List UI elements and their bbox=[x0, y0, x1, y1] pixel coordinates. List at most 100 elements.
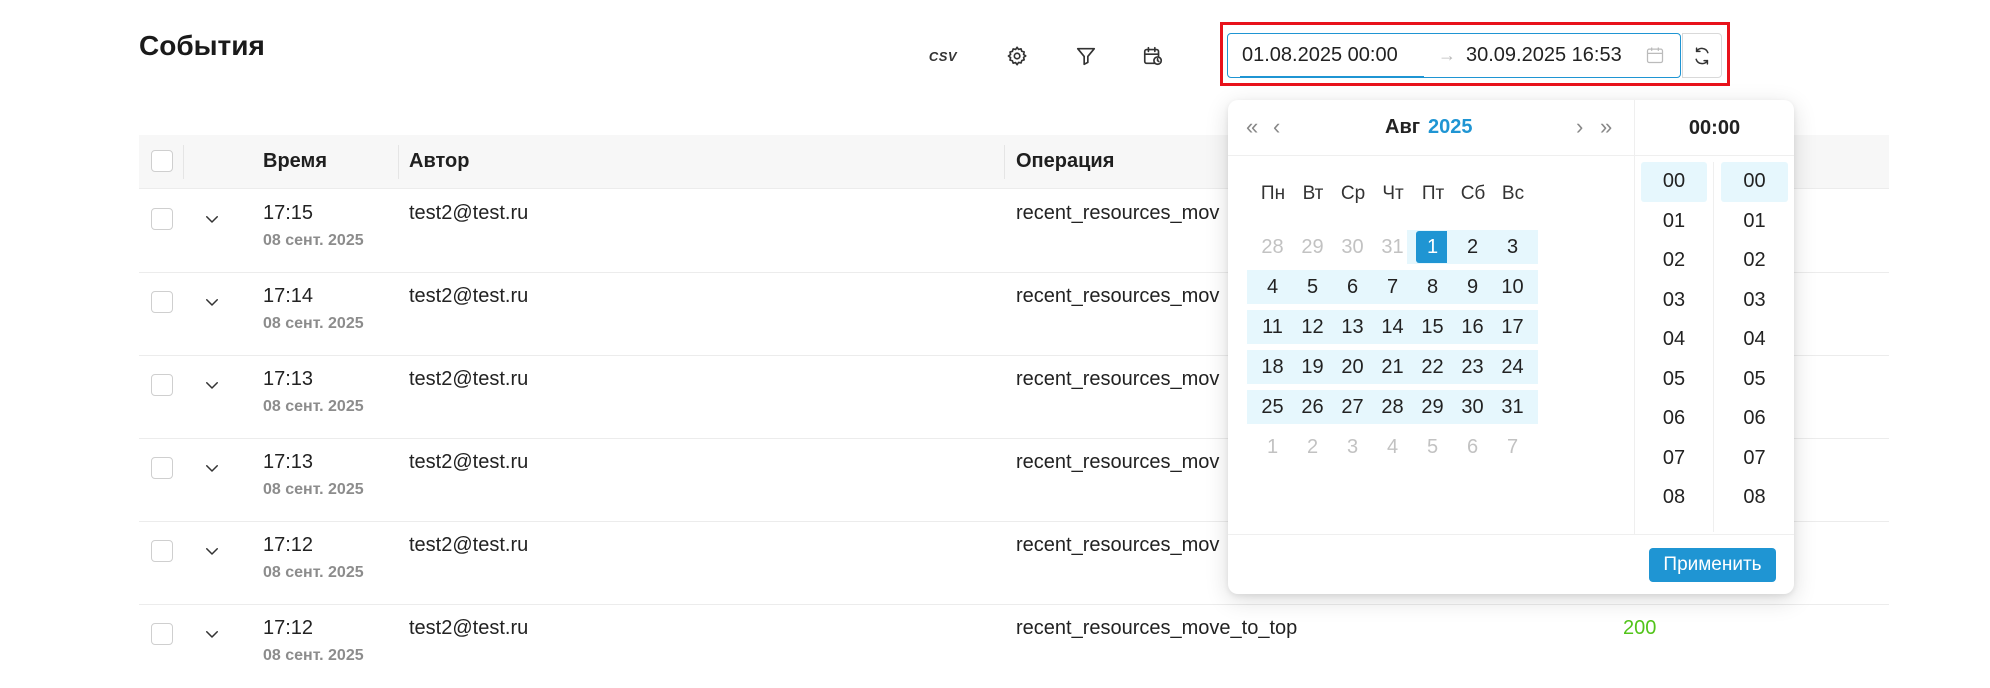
calendar-clock-button[interactable] bbox=[1135, 38, 1171, 74]
chevron-down-icon bbox=[206, 216, 218, 223]
month-label[interactable]: Авг bbox=[1385, 116, 1420, 139]
event-status: 200 bbox=[1623, 617, 1657, 639]
minute-option[interactable]: 02 bbox=[1721, 241, 1788, 281]
minute-option[interactable]: 07 bbox=[1721, 439, 1788, 479]
hour-option[interactable]: 03 bbox=[1641, 281, 1707, 321]
event-author: test2@test.ru bbox=[409, 285, 529, 307]
calendar-day[interactable]: 17 bbox=[1487, 310, 1538, 344]
column-header-operation[interactable]: Операция bbox=[1016, 150, 1114, 173]
event-time: 17:15 bbox=[263, 202, 314, 224]
minute-option[interactable]: 01 bbox=[1721, 202, 1788, 242]
hour-option[interactable]: 05 bbox=[1641, 360, 1707, 400]
hour-option[interactable]: 02 bbox=[1641, 241, 1707, 281]
refresh-icon bbox=[1695, 46, 1709, 65]
minute-option[interactable]: 03 bbox=[1721, 281, 1788, 321]
event-time: 17:12 bbox=[263, 534, 314, 556]
event-date: 08 сент. 2025 bbox=[263, 647, 364, 664]
select-all-checkbox[interactable] bbox=[151, 150, 173, 172]
filter-icon bbox=[1076, 47, 1096, 66]
calendar-day[interactable]: 31 bbox=[1487, 390, 1538, 424]
event-author: test2@test.ru bbox=[409, 451, 529, 473]
row-checkbox[interactable] bbox=[151, 208, 173, 230]
calendar-day[interactable]: 3 bbox=[1487, 230, 1538, 264]
prev-month-button[interactable]: ‹ bbox=[1273, 114, 1280, 140]
event-time: 17:13 bbox=[263, 451, 314, 473]
hour-option[interactable]: 00 bbox=[1641, 162, 1707, 202]
event-date: 08 сент. 2025 bbox=[263, 315, 364, 332]
calendar-day[interactable]: 7 bbox=[1487, 430, 1538, 464]
minute-option[interactable]: 05 bbox=[1721, 360, 1788, 400]
prev-year-button[interactable]: « bbox=[1246, 114, 1258, 140]
expand-row-button[interactable] bbox=[203, 625, 223, 645]
event-date: 08 сент. 2025 bbox=[263, 232, 364, 249]
hour-option[interactable]: 07 bbox=[1641, 439, 1707, 479]
calendar-day[interactable]: 10 bbox=[1487, 270, 1538, 304]
expand-row-button[interactable] bbox=[203, 459, 223, 479]
minute-option[interactable]: 04 bbox=[1721, 320, 1788, 360]
csv-export-button[interactable]: CSV bbox=[925, 38, 961, 74]
chevron-down-icon bbox=[206, 465, 218, 472]
next-month-button[interactable]: › bbox=[1576, 114, 1583, 140]
hour-option[interactable]: 08 bbox=[1641, 478, 1707, 518]
date-range-picker-popup: « ‹ Авг 2025 › » Пн Вт Ср Чт Пт Сб Вс 28 29 30 31… bbox=[1228, 100, 1794, 594]
table-row[interactable]: 17:12 08 сент. 2025 test2@test.ru recent… bbox=[139, 605, 1889, 688]
event-author: test2@test.ru bbox=[409, 202, 529, 224]
minutes-column[interactable]: 00 01 02 03 04 05 06 07 08 bbox=[1715, 162, 1794, 532]
event-time: 17:13 bbox=[263, 368, 314, 390]
column-header-time[interactable]: Время bbox=[263, 150, 327, 173]
event-author: test2@test.ru bbox=[409, 534, 529, 556]
expand-row-button[interactable] bbox=[203, 210, 223, 230]
event-operation: recent_resources_mov bbox=[1016, 202, 1220, 224]
event-date: 08 сент. 2025 bbox=[263, 564, 364, 581]
hour-option[interactable]: 04 bbox=[1641, 320, 1707, 360]
refresh-button[interactable] bbox=[1682, 33, 1722, 78]
row-checkbox[interactable] bbox=[151, 291, 173, 313]
hours-column[interactable]: 00 01 02 03 04 05 06 07 08 bbox=[1635, 162, 1714, 532]
row-checkbox[interactable] bbox=[151, 457, 173, 479]
event-time: 17:12 bbox=[263, 617, 314, 639]
range-separator-arrow: → bbox=[1438, 45, 1456, 65]
next-year-button[interactable]: » bbox=[1600, 114, 1612, 140]
weekday-label: Вс bbox=[1501, 183, 1525, 204]
settings-icon bbox=[1007, 46, 1027, 66]
year-label[interactable]: 2025 bbox=[1428, 116, 1473, 139]
expand-row-button[interactable] bbox=[203, 293, 223, 313]
event-date: 08 сент. 2025 bbox=[263, 398, 364, 415]
event-time: 17:14 bbox=[263, 285, 314, 307]
range-end-input[interactable]: 30.09.2025 16:53 bbox=[1466, 44, 1641, 67]
expand-row-button[interactable] bbox=[203, 542, 223, 562]
calendar-clock-icon bbox=[1143, 46, 1163, 66]
settings-button[interactable] bbox=[1000, 38, 1036, 74]
time-panel: 00:00 00 01 02 03 04 05 06 07 08 00 01 02 03 04 05 06 0… bbox=[1634, 100, 1794, 534]
column-divider bbox=[1004, 145, 1005, 179]
chevron-down-icon bbox=[206, 631, 218, 638]
row-checkbox[interactable] bbox=[151, 623, 173, 645]
row-checkbox[interactable] bbox=[151, 540, 173, 562]
event-date: 08 сент. 2025 bbox=[263, 481, 364, 498]
hour-option[interactable]: 06 bbox=[1641, 399, 1707, 439]
picker-footer-divider bbox=[1228, 534, 1794, 535]
range-start-input[interactable]: 01.08.2025 00:00 bbox=[1228, 34, 1428, 78]
date-range-input[interactable]: 01.08.2025 00:00 → 30.09.2025 16:53 bbox=[1227, 33, 1681, 78]
minute-option[interactable]: 08 bbox=[1721, 478, 1788, 518]
chevron-down-icon bbox=[206, 299, 218, 306]
calendar-icon bbox=[1645, 45, 1667, 67]
filter-button[interactable] bbox=[1068, 38, 1104, 74]
apply-button[interactable]: Применить bbox=[1649, 548, 1776, 582]
row-checkbox[interactable] bbox=[151, 374, 173, 396]
expand-row-button[interactable] bbox=[203, 376, 223, 396]
minute-option[interactable]: 06 bbox=[1721, 399, 1788, 439]
column-header-author[interactable]: Автор bbox=[409, 150, 469, 173]
calendar-day[interactable]: 24 bbox=[1487, 350, 1538, 384]
event-author: test2@test.ru bbox=[409, 368, 529, 390]
event-operation: recent_resources_mov bbox=[1016, 285, 1220, 307]
event-operation: recent_resources_mov bbox=[1016, 451, 1220, 473]
calendar-header: « ‹ Авг 2025 › » bbox=[1228, 100, 1634, 156]
chevron-down-icon bbox=[206, 548, 218, 555]
selected-time-label: 00:00 bbox=[1635, 100, 1794, 156]
event-operation: recent_resources_mov bbox=[1016, 368, 1220, 390]
hour-option[interactable]: 01 bbox=[1641, 202, 1707, 242]
column-divider bbox=[398, 145, 399, 179]
minute-option[interactable]: 00 bbox=[1721, 162, 1788, 202]
chevron-down-icon bbox=[206, 382, 218, 389]
